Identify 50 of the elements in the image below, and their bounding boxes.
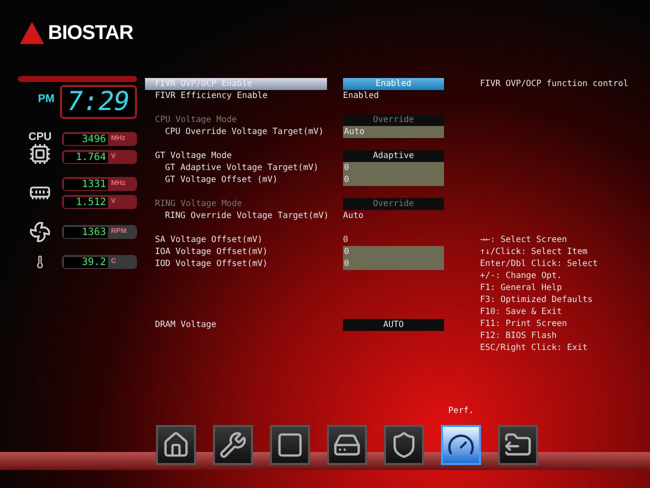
setting-label[interactable]: GT Adaptive Voltage Target(mV) xyxy=(145,162,327,174)
setting-value[interactable]: 0 xyxy=(343,174,444,186)
setting-label[interactable]: DRAM Voltage xyxy=(145,319,327,331)
setting-value[interactable]: 0 xyxy=(343,162,444,174)
setting-label[interactable]: GT Voltage Offset (mV) xyxy=(145,174,327,186)
setting-value[interactable]: AUTO xyxy=(343,319,444,331)
setting-label[interactable]: GT Voltage Mode xyxy=(145,150,327,162)
setting-value[interactable]: 0 xyxy=(343,258,444,270)
setting-label[interactable]: SA Voltage Offset(mV) xyxy=(145,234,327,246)
reading-value: 1.512 xyxy=(64,196,108,208)
nav-tab[interactable] xyxy=(270,425,310,465)
wrench-icon xyxy=(219,431,247,459)
logo-triangle-icon xyxy=(20,22,44,44)
help-description: FIVR OVP/OCP function control xyxy=(480,78,628,90)
reading-value: 1331 xyxy=(64,178,108,190)
setting-label[interactable]: IOD Voltage Offset(mV) xyxy=(145,258,327,270)
key-hint: →←: Select Screen xyxy=(480,234,568,246)
reading-value: 1363 xyxy=(64,226,108,238)
setting-value[interactable]: Enabled xyxy=(343,90,444,102)
reading-value: 3496 xyxy=(64,134,108,144)
setting-label[interactable]: IOA Voltage Offset(mV) xyxy=(145,246,327,258)
clock-period: PM xyxy=(37,92,56,107)
key-hint: F12: BIOS Flash xyxy=(480,330,558,342)
house-icon xyxy=(162,431,190,459)
setting-label[interactable]: FIVR Efficiency Enable xyxy=(145,90,327,102)
key-hint: F3: Optimized Defaults xyxy=(480,294,594,306)
nav-tab[interactable] xyxy=(498,425,538,465)
key-hint: ESC/Right Click: Exit xyxy=(480,342,588,354)
brand-logo: BIOSTAR xyxy=(48,21,134,46)
reading-value: 1.764 xyxy=(64,152,108,162)
setting-value[interactable]: 0 xyxy=(343,234,444,246)
clock-display: 7:29 xyxy=(60,85,137,119)
key-hint: ↑↓/Click: Select Item xyxy=(480,246,588,258)
setting-value[interactable]: Adaptive xyxy=(343,150,444,162)
nav-tab[interactable] xyxy=(213,425,253,465)
key-hint: F11: Print Screen xyxy=(480,318,568,330)
nav-tab[interactable] xyxy=(441,425,481,465)
reading-value: 39.2 xyxy=(64,256,108,268)
key-hint: +/-: Change Opt. xyxy=(480,270,563,282)
fan-icon xyxy=(29,221,51,243)
key-hint: F10: Save & Exit xyxy=(480,306,563,318)
key-hint: Enter/Dbl Click: Select xyxy=(480,258,599,270)
setting-value[interactable]: 0 xyxy=(343,246,444,258)
nav-tab[interactable] xyxy=(384,425,424,465)
cpu-chip-icon xyxy=(29,143,51,165)
monitor-label: CPU xyxy=(28,131,52,143)
nav-tab[interactable] xyxy=(156,425,196,465)
nav-hint: Perf. xyxy=(448,405,474,417)
key-hint: F1: General Help xyxy=(480,282,563,294)
nav-tab[interactable] xyxy=(327,425,367,465)
